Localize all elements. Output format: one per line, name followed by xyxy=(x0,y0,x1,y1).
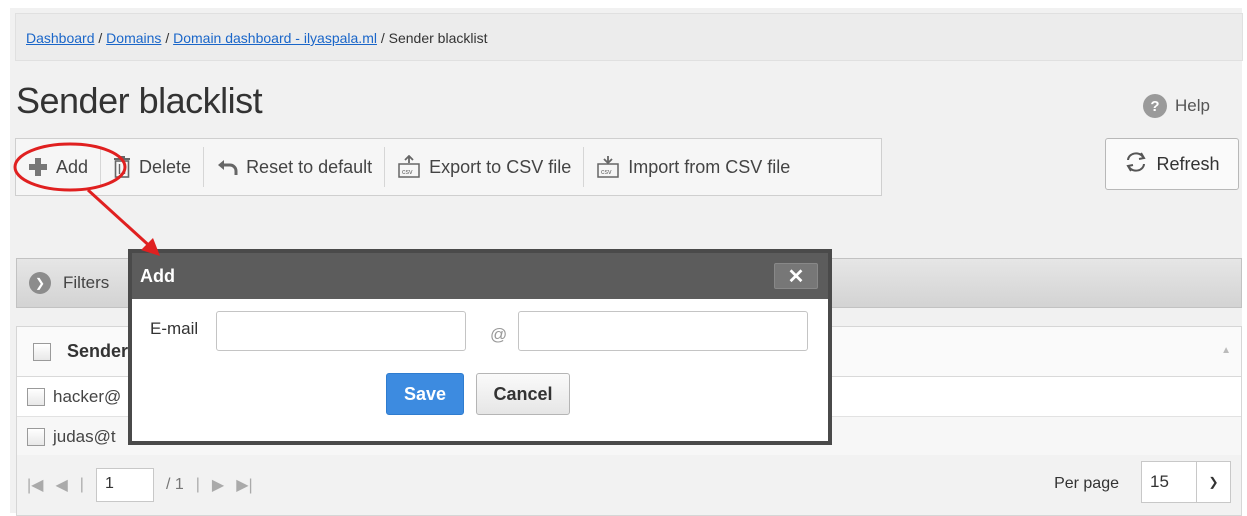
breadcrumb-separator: / xyxy=(380,30,385,46)
pager-divider: | xyxy=(79,476,84,493)
email-local-input[interactable] xyxy=(216,311,466,351)
svg-text:csv: csv xyxy=(601,169,612,176)
delete-label: Delete xyxy=(139,156,192,177)
add-button[interactable]: Add xyxy=(16,147,102,187)
breadcrumb-domains-link[interactable]: Domains xyxy=(106,30,161,46)
save-button[interactable]: Save xyxy=(386,373,464,415)
chevron-down-icon: ❯ xyxy=(1196,462,1230,502)
plus-icon xyxy=(28,157,48,177)
import-label: Import from CSV file xyxy=(628,156,791,177)
filters-label: Filters xyxy=(63,273,110,292)
refresh-icon xyxy=(1124,151,1148,178)
question-icon: ? xyxy=(1143,94,1167,118)
breadcrumb-domain-dashboard-link[interactable]: Domain dashboard - ilyaspala.ml xyxy=(173,30,377,46)
undo-icon xyxy=(216,158,238,176)
email-domain-input[interactable] xyxy=(518,311,808,351)
csv-export-icon: csv xyxy=(397,155,421,179)
breadcrumb: Dashboard / Domains / Domain dashboard -… xyxy=(15,13,1243,61)
dialog-header: Add ✕ xyxy=(132,253,828,299)
csv-import-icon: csv xyxy=(596,155,620,179)
first-page-icon[interactable]: |◀ xyxy=(27,475,43,495)
svg-text:csv: csv xyxy=(402,169,413,176)
toolbar: Add Delete Reset to default csv Export t… xyxy=(15,138,882,196)
next-page-icon[interactable]: ▶ xyxy=(212,475,224,495)
export-label: Export to CSV file xyxy=(429,156,572,177)
dialog-title: Add xyxy=(140,265,175,286)
cancel-button[interactable]: Cancel xyxy=(476,373,570,415)
page-number-input[interactable]: 1 xyxy=(95,468,154,502)
help-link[interactable]: ? Help xyxy=(1143,94,1210,118)
import-csv-button[interactable]: csv Import from CSV file xyxy=(584,147,802,187)
breadcrumb-current: Sender blacklist xyxy=(388,30,488,46)
email-label: E-mail xyxy=(150,319,199,338)
sort-icon[interactable]: ▲ xyxy=(1221,345,1231,356)
prev-page-icon[interactable]: ◀ xyxy=(55,475,67,495)
close-button[interactable]: ✕ xyxy=(774,263,818,289)
add-label: Add xyxy=(56,156,89,177)
refresh-label: Refresh xyxy=(1156,153,1220,174)
reset-label: Reset to default xyxy=(246,156,373,177)
pagination: |◀ ◀ | 1 / 1 | ▶ ▶| Per page 15 ❯ xyxy=(17,455,1241,515)
reset-to-default-button[interactable]: Reset to default xyxy=(204,147,386,187)
per-page-label: Per page xyxy=(1054,475,1119,492)
row-sender: judas@t xyxy=(53,426,116,446)
breadcrumb-separator: / xyxy=(98,30,103,46)
pager-divider: | xyxy=(195,476,200,493)
help-label: Help xyxy=(1175,96,1210,115)
chevron-right-icon: ❯ xyxy=(29,272,51,294)
page-total: / 1 xyxy=(165,476,184,493)
at-symbol: @ xyxy=(490,325,508,344)
refresh-button[interactable]: Refresh xyxy=(1105,138,1239,190)
row-sender: hacker@ xyxy=(53,386,122,406)
add-dialog: Add ✕ E-mail @ Save Cancel xyxy=(128,249,832,445)
row-checkbox[interactable] xyxy=(27,427,45,446)
select-all-checkbox[interactable] xyxy=(33,342,51,361)
per-page-select[interactable]: 15 ❯ xyxy=(1141,461,1231,503)
breadcrumb-dashboard-link[interactable]: Dashboard xyxy=(26,30,95,46)
page-title: Sender blacklist xyxy=(16,80,263,121)
last-page-icon[interactable]: ▶| xyxy=(236,475,252,495)
trash-icon xyxy=(113,156,131,178)
delete-button[interactable]: Delete xyxy=(101,147,205,187)
close-icon: ✕ xyxy=(787,265,805,288)
breadcrumb-separator: / xyxy=(165,30,170,46)
per-page-value: 15 xyxy=(1150,472,1169,491)
export-csv-button[interactable]: csv Export to CSV file xyxy=(385,147,585,187)
column-header-sender[interactable]: Sender xyxy=(67,341,128,362)
row-checkbox[interactable] xyxy=(27,387,45,406)
